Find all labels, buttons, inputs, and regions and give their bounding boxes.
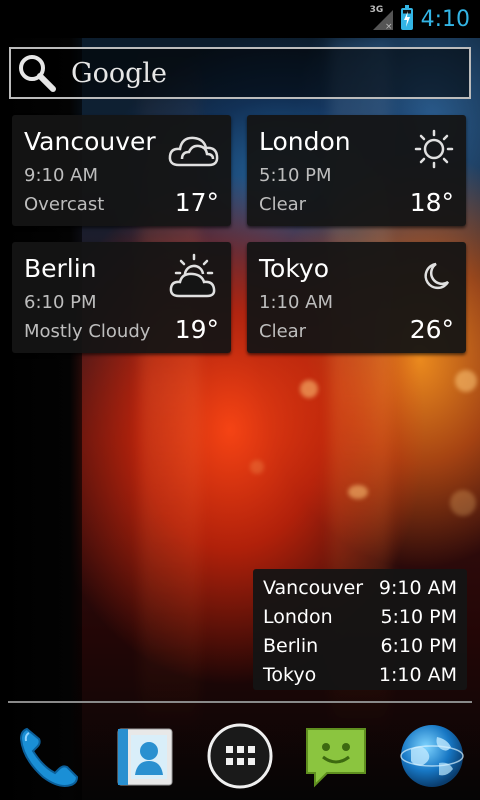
weather-temperature: 26° (409, 315, 454, 344)
world-clock-row: London 5:10 PM (263, 602, 457, 631)
clock-time: 4:10 (420, 6, 470, 32)
world-clock-time: 5:10 PM (380, 605, 457, 628)
app-drawer-icon (207, 723, 273, 789)
weather-temperature: 17° (174, 188, 219, 217)
contacts-app-button[interactable] (104, 716, 184, 796)
phone-app-button[interactable] (8, 716, 88, 796)
weather-card-london[interactable]: London 5:10 PM Clear 18° (247, 115, 466, 226)
world-clock-time: 6:10 PM (380, 634, 457, 657)
search-icon (19, 55, 56, 92)
world-clock-row: Tokyo 1:10 AM (263, 660, 457, 689)
weather-condition: Clear (259, 194, 307, 215)
network-type: 3G (369, 5, 384, 15)
svg-text:×: × (385, 22, 393, 30)
world-clock-row: Vancouver 9:10 AM (263, 573, 457, 602)
weather-local-time: 1:10 AM (259, 292, 333, 313)
weather-local-time: 5:10 PM (259, 165, 332, 186)
world-clock-time: 1:10 AM (378, 663, 457, 686)
weather-local-time: 9:10 AM (24, 165, 98, 186)
contacts-icon (117, 728, 173, 786)
weather-card-tokyo[interactable]: Tokyo 1:10 AM Clear 26° (247, 242, 466, 353)
weather-condition: Mostly Cloudy (24, 321, 151, 342)
bokeh-light (455, 370, 477, 392)
bokeh-light (300, 380, 318, 398)
weather-card-vancouver[interactable]: Vancouver 9:10 AM Overcast 17° (12, 115, 231, 226)
signal-icon: 3G × (369, 5, 393, 32)
status-bar: 3G × 4:10 (0, 0, 480, 38)
battery-charging-icon (400, 5, 413, 30)
browser-app-button[interactable] (392, 716, 472, 796)
phone-icon (19, 727, 79, 787)
weather-local-time: 6:10 PM (24, 292, 97, 313)
weather-city: Tokyo (259, 254, 329, 283)
weather-city: Berlin (24, 254, 97, 283)
world-clock-row: Berlin 6:10 PM (263, 631, 457, 660)
world-clock-city: Berlin (263, 634, 319, 657)
weather-condition: Overcast (24, 194, 105, 215)
bokeh-light (450, 490, 476, 516)
partly-cloudy-icon (169, 253, 216, 298)
dock-divider (8, 701, 472, 703)
google-search-bar[interactable]: Google (9, 47, 471, 99)
weather-temperature: 19° (174, 315, 219, 344)
world-clock-city: Tokyo (263, 663, 317, 686)
weather-temperature: 18° (409, 188, 454, 217)
moon-icon (424, 262, 450, 290)
world-clock-city: London (263, 605, 333, 628)
weather-card-berlin[interactable]: Berlin 6:10 PM Mostly Cloudy 19° (12, 242, 231, 353)
weather-condition: Clear (259, 321, 307, 342)
world-clock-city: Vancouver (263, 576, 364, 599)
browser-icon (400, 725, 464, 787)
sun-icon (414, 129, 454, 169)
messaging-icon (306, 728, 366, 788)
bokeh-light (250, 460, 264, 474)
world-clock-widget[interactable]: Vancouver 9:10 AM London 5:10 PM Berlin … (253, 569, 467, 690)
bokeh-light (348, 485, 368, 499)
world-clock-time: 9:10 AM (378, 576, 457, 599)
app-drawer-button[interactable] (200, 716, 280, 796)
weather-city: Vancouver (24, 127, 156, 156)
messaging-app-button[interactable] (296, 716, 376, 796)
dock (0, 710, 480, 800)
weather-city: London (259, 127, 351, 156)
google-logo-text: Google (71, 57, 167, 89)
cloud-icon (168, 136, 219, 167)
